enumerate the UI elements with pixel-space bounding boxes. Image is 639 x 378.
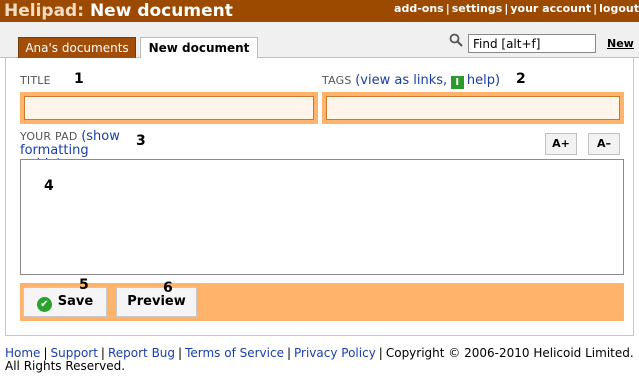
tags-paren-close: ) xyxy=(494,73,501,88)
footer-separator: | xyxy=(100,346,105,360)
font-smaller-button[interactable]: A– xyxy=(588,133,620,155)
search-icon[interactable] xyxy=(449,33,463,47)
nav-add-ons[interactable]: add-ons xyxy=(394,2,444,15)
footer-support-link[interactable]: Support xyxy=(50,346,97,360)
tab-anas-documents[interactable]: Ana's documents xyxy=(18,37,136,59)
marker-1: 1 xyxy=(74,71,84,87)
pad-label: YOUR PAD xyxy=(20,130,78,143)
marker-6: 6 xyxy=(163,280,173,296)
marker-5: 5 xyxy=(79,277,89,293)
nav-separator: | xyxy=(504,2,509,15)
marker-2: 2 xyxy=(516,71,526,87)
search-input[interactable] xyxy=(468,34,596,53)
tags-input[interactable] xyxy=(326,96,620,120)
footer-separator: | xyxy=(286,346,292,360)
footer: Home | Support | Report Bug | Terms of Service… xyxy=(5,347,639,373)
marker-4: 4 xyxy=(44,178,54,194)
tags-label-row: TAGS (view as links, i help) xyxy=(322,73,500,89)
tags-comma: , xyxy=(443,73,448,88)
footer-report-bug-link[interactable]: Report Bug xyxy=(108,346,175,360)
footer-home-link[interactable]: Home xyxy=(5,346,40,360)
check-icon: ✔ xyxy=(36,297,52,312)
footer-privacy-link[interactable]: Privacy Policy xyxy=(294,346,376,360)
footer-separator: | xyxy=(178,346,183,360)
footer-separator: | xyxy=(378,346,383,360)
action-bar: ✔ Save Preview xyxy=(20,283,624,321)
title-label: TITLE xyxy=(20,74,51,87)
font-bigger-button[interactable]: A+ xyxy=(545,133,577,155)
save-button[interactable]: ✔ Save xyxy=(23,287,107,317)
footer-terms-link[interactable]: Terms of Service xyxy=(185,346,284,360)
tags-label: TAGS xyxy=(322,74,352,87)
tags-field-frame xyxy=(322,92,624,124)
app-title: Helipad: New document xyxy=(4,0,233,22)
nav-separator: | xyxy=(593,2,598,15)
view-as-links-link[interactable]: view as links xyxy=(360,73,443,88)
nav-your-account[interactable]: your account xyxy=(510,2,591,15)
new-document-link[interactable]: New xyxy=(607,37,634,50)
preview-button[interactable]: Preview xyxy=(116,287,197,317)
nav-logout[interactable]: logout xyxy=(599,2,639,15)
tags-help-link[interactable]: help xyxy=(467,73,495,88)
top-bar: Helipad: New document add-ons | settings | y… xyxy=(0,0,639,22)
marker-3: 3 xyxy=(136,133,146,149)
page-title: New document xyxy=(89,1,233,21)
title-input[interactable] xyxy=(24,96,314,120)
nav-separator: | xyxy=(445,2,450,15)
nav-settings[interactable]: settings xyxy=(452,2,503,15)
title-field-frame xyxy=(20,92,318,124)
info-icon[interactable]: i xyxy=(450,76,464,89)
save-label: Save xyxy=(57,294,94,309)
footer-separator: | xyxy=(43,346,48,360)
brand-name: Helipad: xyxy=(4,1,85,21)
top-nav: add-ons | settings | your account | logout xyxy=(394,0,639,18)
tab-new-document[interactable]: New document xyxy=(140,37,258,59)
pad-textarea[interactable] xyxy=(20,159,624,275)
